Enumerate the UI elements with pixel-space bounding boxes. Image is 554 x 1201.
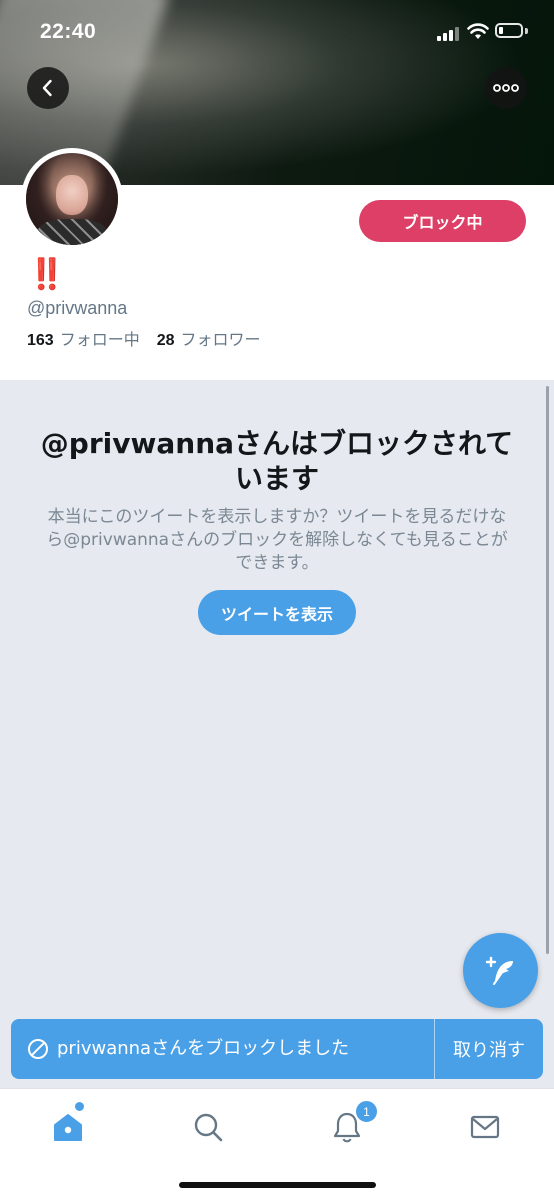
home-indicator[interactable] bbox=[179, 1182, 376, 1188]
undo-button[interactable]: 取り消す bbox=[435, 1019, 543, 1079]
following-label: フォロー中 bbox=[59, 330, 140, 349]
block-icon bbox=[28, 1039, 48, 1059]
tab-search[interactable] bbox=[188, 1107, 228, 1147]
more-options-button[interactable] bbox=[485, 67, 527, 109]
tab-messages[interactable] bbox=[465, 1107, 505, 1147]
followers-label: フォロワー bbox=[180, 330, 261, 349]
toast-message: privwannaさんをブロックしました bbox=[57, 1038, 350, 1059]
wifi-icon bbox=[467, 23, 489, 39]
scrollbar[interactable] bbox=[546, 386, 549, 954]
avatar-photo bbox=[26, 153, 118, 245]
status-bar: 22:40 bbox=[0, 0, 554, 66]
home-icon bbox=[54, 1114, 82, 1141]
cellular-signal-icon bbox=[437, 25, 459, 41]
show-tweets-button[interactable]: ツイートを表示 bbox=[198, 590, 356, 635]
followers-count: 28 bbox=[156, 332, 175, 349]
home-new-indicator bbox=[75, 1102, 84, 1111]
compose-tweet-button[interactable] bbox=[463, 933, 538, 1008]
status-time: 22:40 bbox=[40, 20, 97, 43]
more-horizontal-icon bbox=[493, 84, 519, 92]
battery-icon bbox=[495, 23, 523, 38]
follow-stats: 163 フォロー中 28 フォロワー bbox=[27, 326, 278, 350]
battery-level bbox=[499, 27, 503, 34]
followers-stat[interactable]: 28 フォロワー bbox=[157, 326, 261, 350]
block-toast: privwannaさんをブロックしました 取り消す bbox=[11, 1019, 543, 1079]
display-name: ‼️ bbox=[28, 257, 65, 292]
back-button[interactable] bbox=[27, 67, 69, 109]
following-stat[interactable]: 163 フォロー中 bbox=[27, 326, 140, 350]
blocked-status-button[interactable]: ブロック中 bbox=[359, 200, 526, 242]
tab-home[interactable] bbox=[48, 1107, 88, 1147]
profile-handle: @privwanna bbox=[27, 298, 128, 318]
chevron-left-icon bbox=[42, 79, 52, 97]
mail-icon bbox=[470, 1115, 500, 1139]
avatar[interactable] bbox=[21, 148, 123, 250]
notification-badge: 1 bbox=[354, 1099, 379, 1124]
compose-feather-icon bbox=[485, 956, 513, 985]
search-icon bbox=[194, 1113, 223, 1142]
blocked-notice-title: @privwannaさんはブロックされています bbox=[40, 427, 514, 495]
following-count: 163 bbox=[27, 332, 54, 349]
blocked-notice-description: 本当にこのツイートを表示しますか？ツイートを見るだけなら@privwannaさん… bbox=[46, 507, 508, 573]
